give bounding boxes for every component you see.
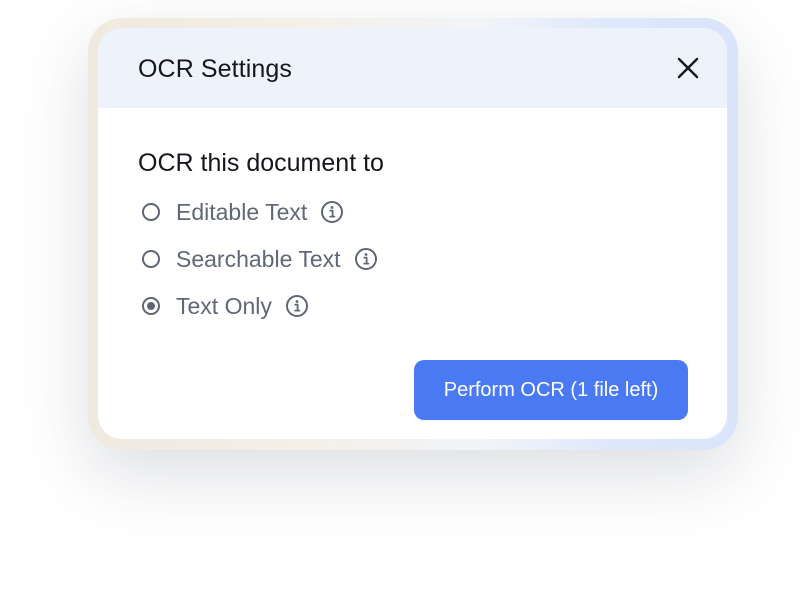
dialog-header: OCR Settings: [98, 28, 727, 108]
info-icon[interactable]: [285, 294, 309, 318]
option-text-only[interactable]: Text Only: [142, 291, 309, 321]
perform-ocr-button[interactable]: Perform OCR (1 file left): [414, 360, 688, 420]
info-icon[interactable]: [354, 247, 378, 271]
radio-text-only[interactable]: [142, 297, 160, 315]
option-editable-text[interactable]: Editable Text: [142, 197, 344, 227]
radio-searchable-text[interactable]: [142, 250, 160, 268]
stage: OCR Settings OCR this document to Editab…: [0, 0, 812, 590]
section-heading: OCR this document to: [138, 149, 384, 177]
dialog-title: OCR Settings: [138, 55, 293, 83]
close-icon: [677, 57, 699, 79]
option-label: Text Only: [176, 292, 272, 319]
radio-editable-text[interactable]: [142, 203, 160, 221]
option-label: Searchable Text: [176, 245, 341, 272]
info-icon[interactable]: [320, 200, 344, 224]
option-searchable-text[interactable]: Searchable Text: [142, 244, 378, 274]
ocr-settings-dialog: OCR Settings OCR this document to Editab…: [98, 28, 727, 439]
close-button[interactable]: [674, 54, 702, 82]
option-label: Editable Text: [176, 198, 308, 225]
